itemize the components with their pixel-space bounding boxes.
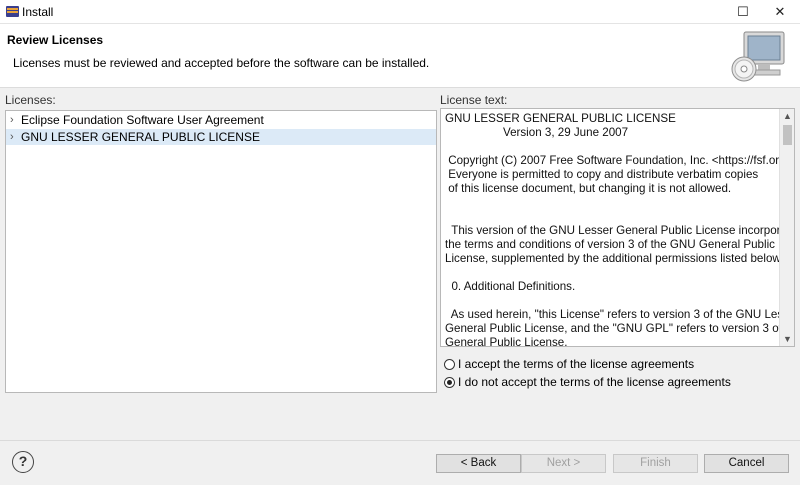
close-button[interactable]: ✕ — [760, 0, 800, 24]
scroll-thumb[interactable] — [783, 125, 792, 145]
maximize-button[interactable]: ☐ — [723, 0, 763, 24]
next-button[interactable]: Next > — [521, 454, 606, 473]
close-icon: ✕ — [774, 4, 786, 19]
licenses-tree[interactable]: › Eclipse Foundation Software User Agree… — [5, 110, 437, 393]
back-button[interactable]: < Back — [436, 454, 521, 473]
tree-item-label: GNU LESSER GENERAL PUBLIC LICENSE — [21, 130, 260, 144]
tree-item-gnu-lgpl[interactable]: › GNU LESSER GENERAL PUBLIC LICENSE — [6, 129, 436, 145]
license-text-content: GNU LESSER GENERAL PUBLIC LICENSE Versio… — [445, 112, 795, 347]
computer-cd-icon — [731, 31, 785, 82]
vertical-scrollbar[interactable]: ▲ ▼ — [779, 109, 794, 346]
accept-label[interactable]: I accept the terms of the license agreem… — [458, 357, 694, 371]
scroll-up-icon[interactable]: ▲ — [780, 109, 794, 123]
page-description: Licenses must be reviewed and accepted b… — [13, 56, 430, 70]
tree-item-label: Eclipse Foundation Software User Agreeme… — [21, 113, 264, 127]
decline-radio-option[interactable]: I do not accept the terms of the license… — [444, 374, 731, 390]
help-button[interactable]: ? — [12, 451, 34, 473]
scroll-down-icon[interactable]: ▼ — [780, 332, 794, 346]
license-text-area[interactable]: GNU LESSER GENERAL PUBLIC LICENSE Versio… — [440, 108, 795, 347]
chevron-right-icon[interactable]: › — [10, 112, 14, 128]
window-title: Install — [22, 5, 54, 19]
cancel-button[interactable]: Cancel — [704, 454, 789, 473]
chevron-right-icon[interactable]: › — [10, 129, 14, 145]
footer-divider — [0, 440, 800, 441]
maximize-icon: ☐ — [737, 4, 749, 19]
license-text-label: License text: — [440, 93, 508, 107]
wizard-header: Review Licenses Licenses must be reviewe… — [0, 24, 800, 88]
accept-radio-option[interactable]: I accept the terms of the license agreem… — [444, 356, 694, 372]
page-title: Review Licenses — [7, 33, 104, 47]
licenses-label: Licenses: — [5, 93, 56, 107]
title-bar: Install ☐ ✕ — [0, 0, 800, 24]
decline-radio[interactable] — [444, 376, 455, 388]
tree-item-eclipse-agreement[interactable]: › Eclipse Foundation Software User Agree… — [6, 112, 436, 128]
finish-button[interactable]: Finish — [613, 454, 698, 473]
accept-radio[interactable] — [444, 358, 455, 370]
help-icon: ? — [18, 453, 28, 469]
decline-label[interactable]: I do not accept the terms of the license… — [458, 375, 731, 389]
install-app-icon — [6, 6, 19, 17]
